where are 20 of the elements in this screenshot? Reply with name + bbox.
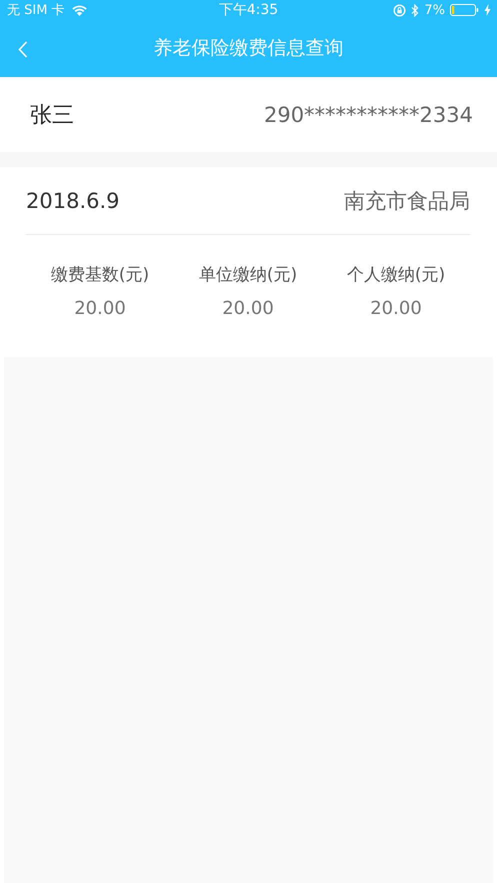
time-label: 下午4:35 [218,1,278,19]
battery-percent: 7% [424,2,445,18]
amount-label: 个人缴纳(元) [346,264,446,286]
bluetooth-icon [411,4,420,16]
person-name: 张三 [30,102,74,130]
employer-name: 南充市食品局 [344,188,470,214]
rotation-lock-icon [393,4,406,16]
id-number: 290***********2334 [264,102,473,126]
amount-label: 单位缴纳(元) [198,264,298,286]
battery-icon [450,4,479,16]
amount-value: 20.00 [222,298,274,319]
payment-date: 2018.6.9 [26,188,120,212]
back-icon [18,41,28,58]
amount-value: 20.00 [370,298,422,319]
wifi-icon [70,4,88,16]
carrier-label: 无 SIM 卡 [7,2,65,19]
page-title: 养老保险缴费信息查询 [154,36,344,60]
amount-label: 缴费基数(元) [50,264,150,286]
charging-icon [484,4,491,16]
amount-value: 20.00 [74,298,126,319]
